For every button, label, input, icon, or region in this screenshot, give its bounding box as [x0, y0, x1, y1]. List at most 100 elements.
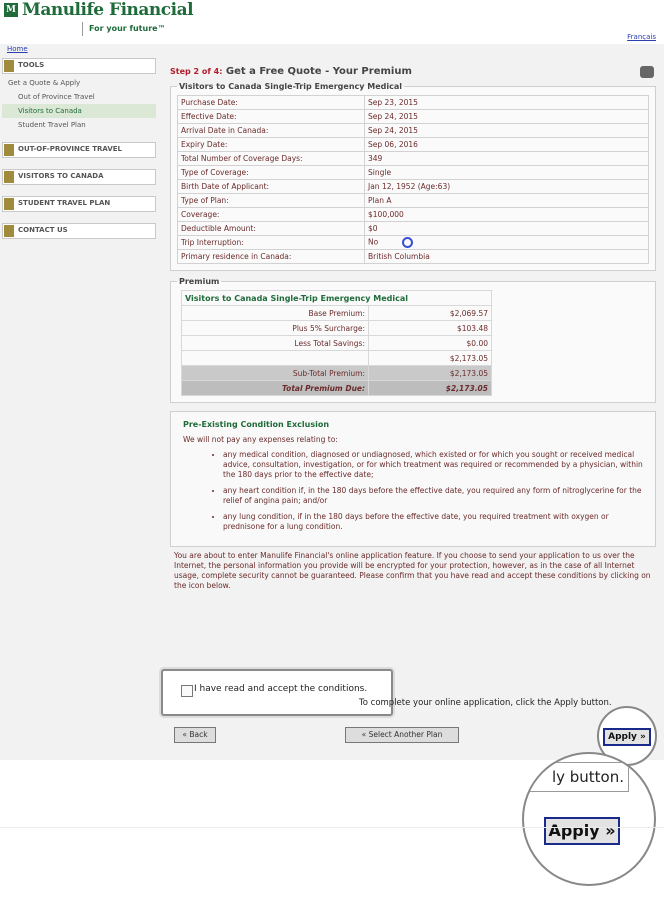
sidebar-section-contact[interactable]: CONTACT US	[2, 223, 156, 239]
app-window: M Manulife Financial For your future™ Ho…	[0, 0, 664, 760]
table-row: Sub-Total Premium: $2,173.05	[181, 365, 492, 381]
premium-value: $103.48	[368, 320, 492, 336]
table-row: Base Premium: $2,069.57	[181, 305, 492, 321]
sidebar: TOOLS Get a Quote & Apply Out of Provinc…	[2, 58, 156, 241]
table-row: Expiry Date: Sep 06, 2016	[177, 137, 649, 152]
accept-conditions-label: I have read and accept the conditions.	[194, 684, 368, 694]
zoomed-apply-button[interactable]: Apply »	[544, 817, 620, 845]
sidebar-section-label: VISITORS TO CANADA	[18, 172, 104, 180]
zoom-lens: ly button. Apply »	[522, 752, 656, 886]
step-indicator: Step 2 of 4:	[170, 67, 223, 76]
tagline: For your future™	[82, 22, 166, 36]
premium-table: Visitors to Canada Single-Trip Emergency…	[181, 290, 492, 396]
total-value: $2,173.05	[368, 380, 492, 396]
preexisting-exclusion: Pre-Existing Condition Exclusion We will…	[170, 411, 656, 547]
sidebar-section-label: CONTACT US	[18, 226, 68, 234]
accept-conditions-checkbox[interactable]	[181, 685, 193, 697]
detail-value: Jan 12, 1952 (Age:63)	[364, 179, 649, 194]
tools-subnav: Get a Quote & Apply Out of Province Trav…	[2, 76, 156, 132]
detail-value: Sep 23, 2015	[364, 95, 649, 110]
detail-label: Arrival Date in Canada:	[177, 123, 365, 138]
preexisting-list: any medical condition, diagnosed or undi…	[183, 450, 645, 532]
complete-application-note: To complete your online application, cli…	[359, 698, 612, 708]
francais-link[interactable]: Français	[627, 33, 656, 41]
sidebar-section-out-of-province[interactable]: OUT-OF-PROVINCE TRAVEL	[2, 142, 156, 158]
sidebar-section-visitors[interactable]: VISITORS TO CANADA	[2, 169, 156, 185]
detail-value: Plan A	[364, 193, 649, 208]
apply-button[interactable]: Apply »	[603, 728, 651, 746]
sidebar-section-label: STUDENT TRAVEL PLAN	[18, 199, 111, 207]
detail-label: Total Number of Coverage Days:	[177, 151, 365, 166]
premium-label	[181, 350, 369, 366]
list-item: any lung condition, if in the 180 days b…	[223, 512, 645, 532]
divider	[0, 827, 664, 828]
table-row: Arrival Date in Canada: Sep 24, 2015	[177, 123, 649, 138]
select-another-plan-button[interactable]: « Select Another Plan	[345, 727, 459, 743]
premium-value: $2,069.57	[368, 305, 492, 321]
trip-interruption-radio[interactable]	[402, 237, 414, 248]
print-icon[interactable]	[640, 66, 654, 78]
detail-value: No	[364, 235, 649, 250]
list-item: any medical condition, diagnosed or undi…	[223, 450, 645, 480]
premium-label: Sub-Total Premium:	[181, 365, 369, 381]
detail-label: Effective Date:	[177, 109, 365, 124]
total-row: Total Premium Due: $2,173.05	[181, 380, 492, 396]
table-row: Visitors to Canada Single-Trip Emergency…	[181, 290, 492, 306]
table-row: Purchase Date: Sep 23, 2015	[177, 95, 649, 110]
premium-label: Plus 5% Surcharge:	[181, 320, 369, 336]
details-table: Purchase Date: Sep 23, 2015 Effective Dat…	[177, 95, 649, 264]
sidebar-section-student[interactable]: STUDENT TRAVEL PLAN	[2, 196, 156, 212]
section-marker-icon	[4, 198, 14, 210]
premium-value: $2,173.05	[368, 365, 492, 381]
quote-details: Visitors to Canada Single-Trip Emergency…	[170, 82, 656, 271]
detail-label: Primary residence in Canada:	[177, 249, 365, 264]
premium-label: Base Premium:	[181, 305, 369, 321]
premium-section: Premium Visitors to Canada Single-Trip E…	[170, 277, 656, 403]
table-row: Effective Date: Sep 24, 2015	[177, 109, 649, 124]
back-button[interactable]: « Back	[174, 727, 216, 743]
detail-value: Sep 24, 2015	[364, 123, 649, 138]
page-title-text: Get a Free Quote - Your Premium	[225, 66, 412, 77]
detail-label: Coverage:	[177, 207, 365, 222]
sidebar-item-get-quote[interactable]: Get a Quote & Apply	[2, 76, 156, 90]
detail-value: Sep 24, 2015	[364, 109, 649, 124]
section-marker-icon	[4, 144, 14, 156]
online-application-notice: You are about to enter Manulife Financia…	[174, 551, 651, 590]
table-row: Trip Interruption: No	[177, 235, 649, 250]
detail-label: Purchase Date:	[177, 95, 365, 110]
table-row: Type of Plan: Plan A	[177, 193, 649, 208]
table-row: Deductible Amount: $0	[177, 221, 649, 236]
table-row: $2,173.05	[181, 350, 492, 366]
section-marker-icon	[4, 225, 14, 237]
detail-value: 349	[364, 151, 649, 166]
detail-label: Trip Interruption:	[177, 235, 365, 250]
premium-legend: Premium	[179, 277, 220, 286]
detail-label: Birth Date of Applicant:	[177, 179, 365, 194]
list-item: any heart condition if, in the 180 days …	[223, 486, 645, 506]
premium-value: $2,173.05	[368, 350, 492, 366]
table-row: Less Total Savings: $0.00	[181, 335, 492, 351]
preexisting-title: Pre-Existing Condition Exclusion	[183, 420, 330, 429]
sidebar-section-label: OUT-OF-PROVINCE TRAVEL	[18, 145, 122, 153]
page-title: Step 2 of 4: Get a Free Quote - Your Pre…	[170, 66, 656, 82]
detail-label: Deductible Amount:	[177, 221, 365, 236]
preexisting-intro: We will not pay any expenses relating to…	[183, 435, 338, 444]
premium-label: Less Total Savings:	[181, 335, 369, 351]
sidebar-item-student[interactable]: Student Travel Plan	[2, 118, 156, 132]
brand-name: Manulife Financial	[22, 0, 194, 20]
sidebar-item-visitors[interactable]: Visitors to Canada	[2, 104, 156, 118]
detail-value: British Columbia	[364, 249, 649, 264]
sidebar-section-tools[interactable]: TOOLS	[2, 58, 156, 74]
header: M Manulife Financial For your future™	[0, 0, 664, 44]
detail-value: $0	[364, 221, 649, 236]
sidebar-item-out-of-province[interactable]: Out of Province Travel	[2, 90, 156, 104]
table-row: Total Number of Coverage Days: 349	[177, 151, 649, 166]
manulife-logo-icon: M	[4, 3, 18, 17]
detail-value: Single	[364, 165, 649, 180]
table-row: Primary residence in Canada: British Colu…	[177, 249, 649, 264]
total-label: Total Premium Due:	[181, 380, 369, 396]
table-row: Coverage: $100,000	[177, 207, 649, 222]
home-link[interactable]: Home	[7, 45, 28, 53]
accept-conditions-callout: I have read and accept the conditions. T…	[161, 669, 612, 716]
main-content: Step 2 of 4: Get a Free Quote - Your Pre…	[170, 66, 656, 591]
